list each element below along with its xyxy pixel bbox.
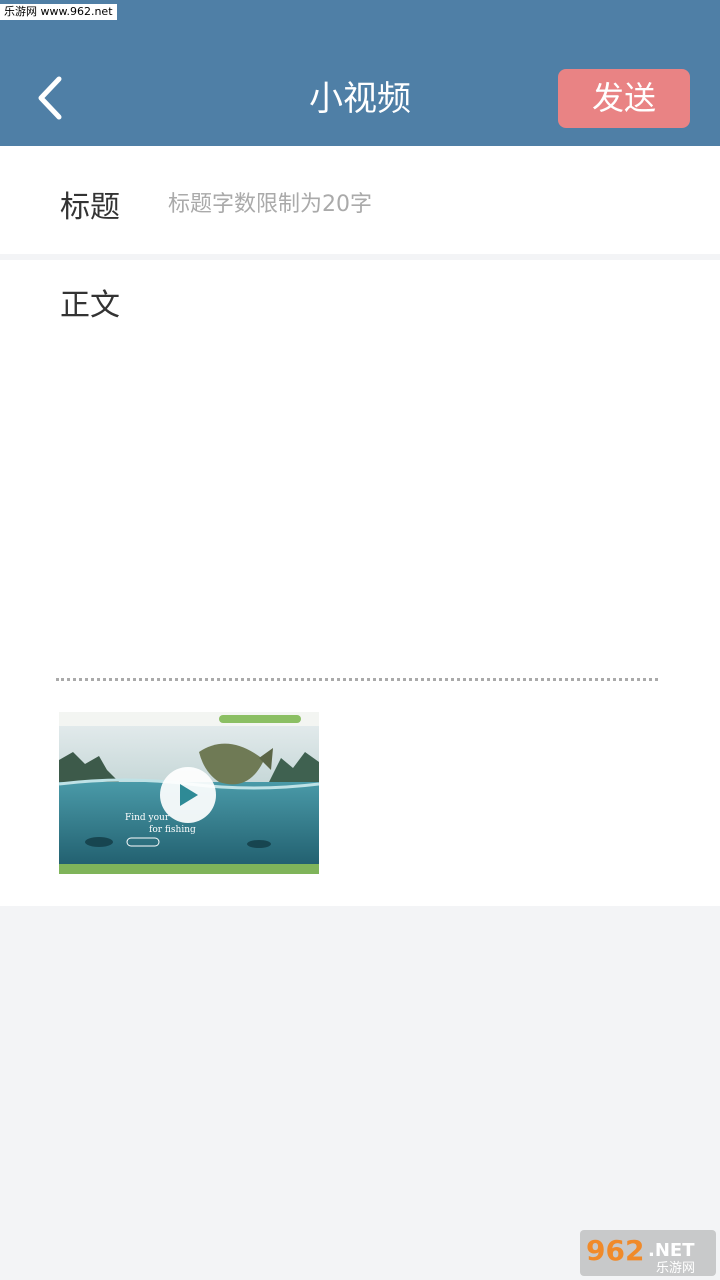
watermark-cn: 乐游网	[656, 1261, 695, 1276]
watermark-logo: 962 .NET 乐游网	[580, 1230, 716, 1276]
body-input[interactable]	[60, 330, 664, 664]
title-label: 标题	[60, 190, 120, 225]
watermark-top: 乐游网 www.962.net	[0, 4, 117, 20]
play-icon	[176, 782, 200, 808]
app-header: 小视频 发送	[0, 0, 720, 146]
video-thumbnail[interactable]: Find your for fishing	[59, 712, 319, 874]
video-caption-1: Find your	[125, 813, 170, 823]
video-caption-2: for fishing	[149, 825, 196, 835]
body-area: 正文 Find your for fishing	[0, 260, 720, 906]
watermark-suffix: .NET	[648, 1240, 695, 1261]
watermark-brand: 962	[586, 1234, 644, 1267]
divider	[56, 678, 658, 681]
send-button[interactable]: 发送	[558, 69, 690, 128]
play-button[interactable]	[160, 767, 216, 823]
body-label: 正文	[60, 288, 120, 323]
title-row: 标题	[0, 146, 720, 254]
title-input[interactable]	[168, 186, 648, 222]
